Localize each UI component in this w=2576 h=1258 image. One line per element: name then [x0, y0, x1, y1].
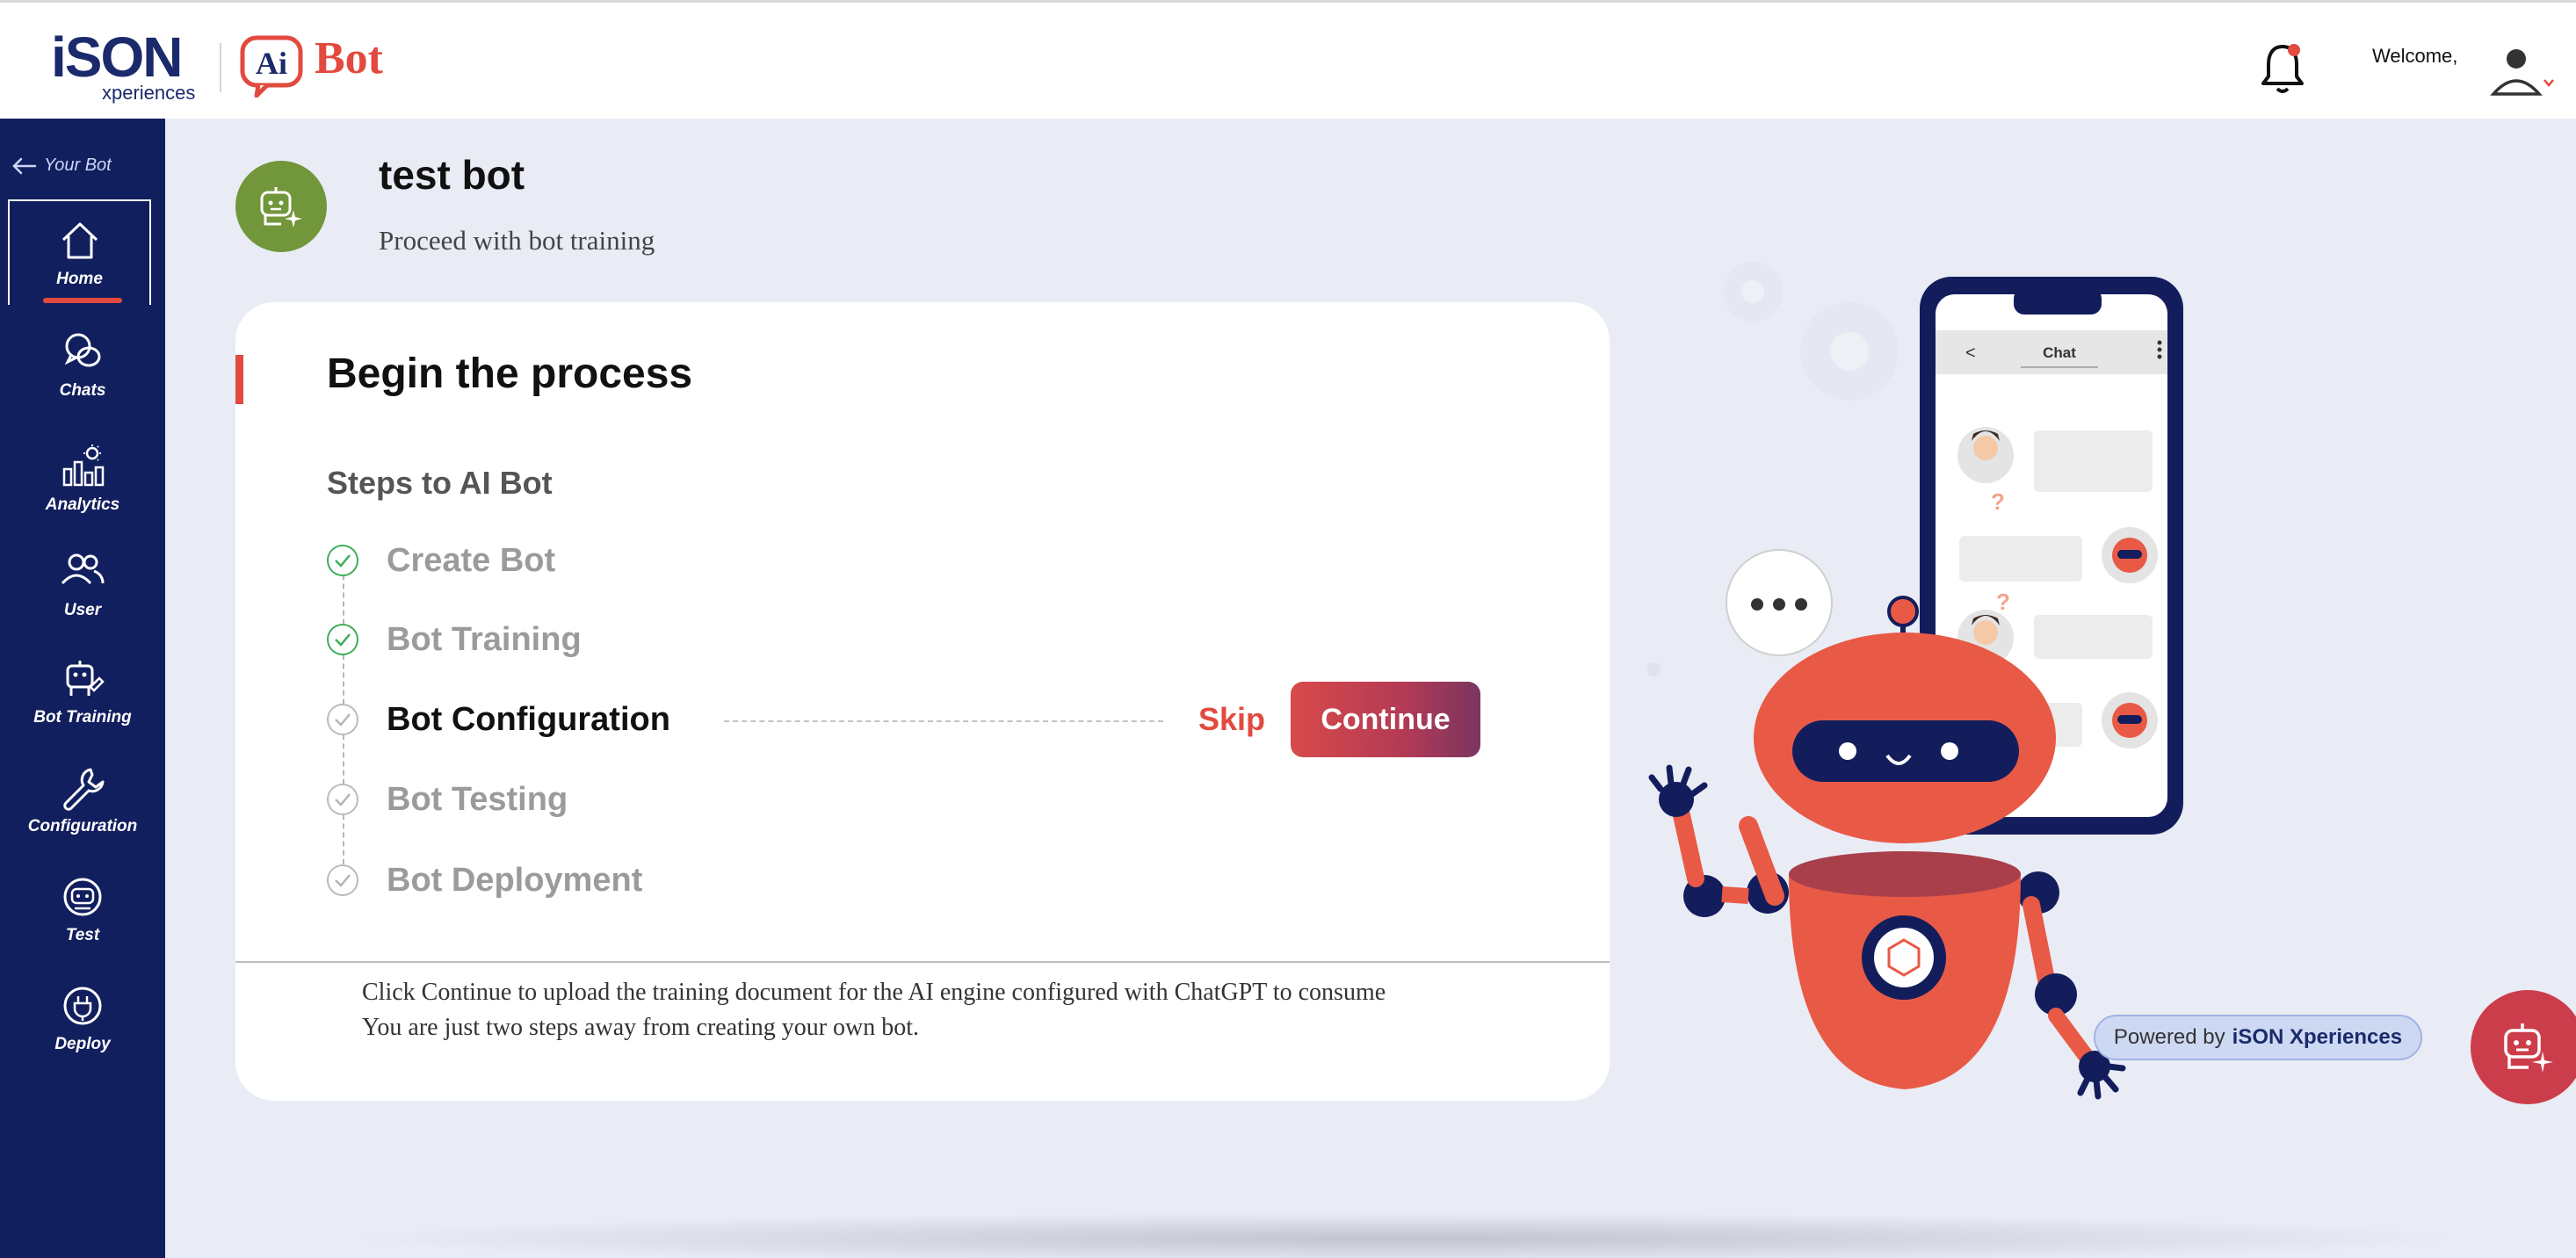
sidebar-item-chats[interactable]: Chats: [0, 312, 165, 417]
step-label: Create Bot: [387, 541, 556, 579]
skip-button[interactable]: Skip: [1198, 701, 1265, 738]
step-done-check-icon: [327, 545, 358, 576]
plug-icon: [63, 987, 102, 1025]
bot-training-icon: [66, 661, 105, 696]
welcome-text: Welcome,: [2372, 45, 2458, 67]
process-card: Begin the process Steps to AI Bot Create…: [235, 302, 1610, 1101]
steps-heading: Steps to AI Bot: [327, 465, 553, 501]
user-icon: [61, 553, 105, 585]
sidebar-item-label: Configuration: [27, 817, 138, 835]
svg-text:Ai: Ai: [256, 46, 287, 81]
test-icon: [63, 878, 102, 916]
svg-text:<: <: [1965, 343, 1976, 363]
home-icon: [62, 222, 98, 259]
sidebar-item-label: Test: [65, 926, 100, 944]
instruction-line-1: Click Continue to upload the training do…: [362, 979, 1386, 1006]
sidebar-item-label: Deploy: [54, 1035, 111, 1053]
user-avatar-icon[interactable]: [2488, 43, 2558, 99]
robot-chat-illustration: < Chat ? ?: [1634, 246, 2196, 1107]
wrench-icon: [63, 768, 105, 811]
chats-icon: [64, 333, 101, 367]
powered-by-prefix: Powered by: [2113, 1025, 2225, 1049]
top-header: iSON xperiences Ai Bot Welcome,: [0, 0, 2576, 119]
bot-avatar-icon: [235, 161, 327, 252]
step-pending-check-icon: [327, 864, 358, 896]
step-label: Bot Deployment: [387, 861, 643, 899]
sidebar-item-user[interactable]: User: [0, 531, 165, 637]
page-title: test bot: [379, 152, 525, 198]
sidebar-item-analytics[interactable]: Analytics: [0, 426, 165, 531]
step-bot-configuration: Bot Configuration: [327, 698, 670, 741]
sidebar-item-label: Home: [56, 270, 103, 288]
sidebar-item-label: Bot Training: [33, 708, 132, 727]
step-action-dashed-line: [724, 720, 1163, 722]
step-bot-testing: Bot Testing: [327, 777, 568, 821]
step-create-bot: Create Bot: [327, 539, 555, 582]
back-link-label: Your Bot: [44, 155, 112, 175]
card-divider: [235, 961, 1610, 963]
svg-text:Chat: Chat: [2043, 344, 2076, 361]
card-title: Begin the process: [327, 351, 693, 397]
sidebar-item-label: Chats: [59, 381, 106, 400]
ison-logo-text: iSON: [51, 25, 183, 89]
continue-button[interactable]: Continue: [1291, 682, 1480, 757]
step-label: Bot Configuration: [387, 700, 670, 738]
step-bot-training: Bot Training: [327, 618, 582, 662]
sidebar-item-home[interactable]: Home: [8, 199, 151, 305]
page-subtitle: Proceed with bot training: [379, 225, 655, 256]
svg-text:?: ?: [1996, 589, 2010, 615]
sidebar-item-bot-training[interactable]: Bot Training: [0, 639, 165, 744]
step-label: Bot Testing: [387, 780, 568, 818]
logo-divider: [220, 43, 221, 92]
svg-text:?: ?: [1991, 488, 2005, 515]
notification-bell-icon[interactable]: [2258, 40, 2307, 98]
bottom-shadow: [334, 1212, 2478, 1258]
ai-bot-logo-icon: Ai: [239, 34, 306, 98]
bot-logo-text: Bot: [315, 33, 383, 83]
step-pending-check-icon: [327, 704, 358, 735]
card-accent-bar: [235, 355, 243, 404]
sidebar-item-configuration[interactable]: Configuration: [0, 748, 165, 853]
step-bot-deployment: Bot Deployment: [327, 858, 642, 902]
sidebar-item-test[interactable]: Test: [0, 857, 165, 962]
powered-by-brand: iSON Xperiences: [2232, 1025, 2403, 1049]
xperiences-logo-text: xperiences: [102, 82, 196, 104]
sidebar-item-label: User: [63, 601, 102, 619]
step-label: Bot Training: [387, 620, 582, 658]
instruction-line-2: You are just two steps away from creatin…: [362, 1014, 920, 1041]
ison-logo[interactable]: iSON xperiences: [51, 25, 200, 104]
sidebar: Your Bot Home Chats Analytics User Bot T…: [0, 119, 165, 1258]
back-arrow-icon: [12, 157, 37, 174]
step-pending-check-icon: [327, 784, 358, 815]
chatbot-launcher-button[interactable]: [2471, 990, 2576, 1104]
sidebar-item-label: Analytics: [45, 495, 120, 514]
analytics-icon: [62, 445, 105, 487]
sidebar-item-deploy[interactable]: Deploy: [0, 965, 165, 1071]
back-to-your-bot-link[interactable]: Your Bot: [11, 155, 112, 176]
chatbot-icon: [2504, 1023, 2553, 1073]
step-done-check-icon: [327, 624, 358, 655]
powered-by-badge: Powered by iSON Xperiences: [2094, 1015, 2422, 1060]
